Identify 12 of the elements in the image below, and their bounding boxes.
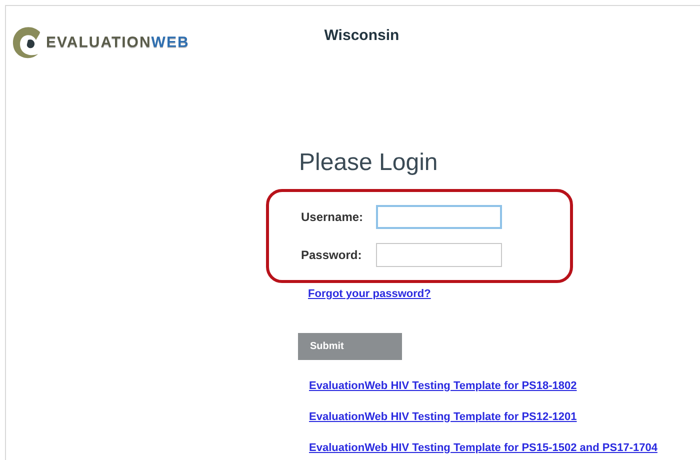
template-link[interactable]: EvaluationWeb HIV Testing Template for PS18-1802	[309, 378, 658, 394]
field-label: Username:	[301, 209, 364, 226]
state-title: Wisconsin	[324, 26, 400, 46]
template-link[interactable]: EvaluationWeb HIV Testing Template for PS12-1201	[309, 408, 658, 424]
template-link[interactable]: EvaluationWeb HIV Testing Template for PS15-1502 and PS17-1704	[309, 440, 658, 456]
logo-text: WEB	[151, 32, 190, 53]
login-heading: Please Login	[299, 151, 438, 175]
input-field[interactable]	[376, 205, 502, 229]
logo-text: EVALUATION	[46, 32, 152, 53]
input-field[interactable]	[376, 243, 502, 267]
field-label: Password:	[301, 247, 363, 264]
forgot-password-link[interactable]: Forgot your password?	[308, 286, 431, 302]
